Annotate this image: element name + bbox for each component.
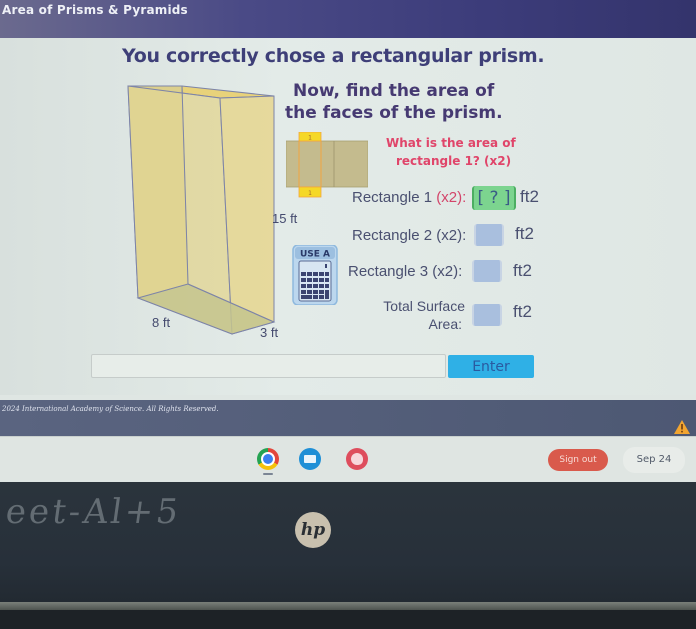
- total-surface-area-label-1: Total Surface: [383, 298, 465, 314]
- net-bottom-face-label: 1: [308, 190, 312, 197]
- net-body: [286, 140, 368, 188]
- footer: 2024 International Academy of Science. A…: [0, 400, 696, 436]
- use-a-calculator-icon[interactable]: USE A: [291, 245, 339, 305]
- warning-icon[interactable]: [674, 420, 690, 434]
- bezel-scribble: eet-Al+5: [3, 492, 184, 532]
- app-header: Area of Prisms & Pyramids: [0, 0, 696, 38]
- rectangle-3-multiplier: (x2):: [432, 263, 463, 280]
- rectangle-1-answer-box[interactable]: [ ? ]: [472, 186, 516, 210]
- rectangle-3-label: Rectangle 3: [348, 263, 429, 280]
- rectangle-1-row: Rectangle 1 (x2):: [352, 189, 466, 206]
- classroom-icon[interactable]: [299, 448, 321, 470]
- rectangle-2-label: Rectangle 2: [352, 227, 433, 244]
- prism-height-label: 15 ft: [272, 211, 298, 226]
- enter-button[interactable]: Enter: [448, 355, 534, 378]
- rectangle-3-unit: ft2: [513, 261, 532, 280]
- question-line-1: What is the area of: [386, 136, 516, 150]
- use-a-text: USE A: [300, 250, 330, 260]
- palette-icon[interactable]: [346, 448, 368, 470]
- prism-length-label: 8 ft: [152, 315, 171, 330]
- instructions: Now, find the area of the faces of the p…: [285, 80, 503, 124]
- app-title: Area of Prisms & Pyramids: [2, 3, 188, 17]
- rectangle-3-row: Rectangle 3 (x2):: [348, 263, 462, 280]
- lesson-content: You correctly chose a rectangular prism.…: [0, 38, 696, 395]
- total-surface-area-row: Total Surface Area:: [369, 297, 465, 333]
- rectangle-2-unit: ft2: [515, 224, 534, 243]
- rectangle-1-unit: ft2: [520, 187, 539, 206]
- copyright-text: 2024 International Academy of Science. A…: [2, 405, 219, 413]
- prism-width-label: 3 ft: [260, 325, 279, 340]
- feedback-headline: You correctly chose a rectangular prism.: [122, 45, 545, 67]
- instruction-line-2: the faces of the prism.: [285, 103, 503, 123]
- answer-input[interactable]: [91, 354, 446, 378]
- rectangular-prism-figure: [127, 85, 276, 335]
- instruction-line-1: Now, find the area of: [293, 81, 495, 101]
- laptop-hinge: [0, 602, 696, 610]
- laptop-base: [0, 610, 696, 629]
- rectangle-3-answer-box[interactable]: [472, 260, 502, 282]
- rectangle-1-multiplier: (x2):: [436, 189, 467, 206]
- os-shelf: Sign out Sep 24: [0, 436, 696, 480]
- active-app-indicator: [263, 473, 273, 475]
- total-surface-area-label-2: Area:: [428, 316, 462, 332]
- date-status[interactable]: Sep 24: [623, 447, 685, 473]
- question-line-2: rectangle 1? (x2): [396, 154, 512, 168]
- rectangle-2-answer-box[interactable]: [474, 224, 504, 246]
- rectangle-2-multiplier: (x2):: [436, 227, 467, 244]
- net-top-face-label: 1: [308, 135, 312, 142]
- total-surface-area-unit: ft2: [513, 302, 532, 321]
- question-prompt: What is the area of rectangle 1? (x2): [386, 134, 516, 170]
- sign-out-button[interactable]: Sign out: [548, 449, 608, 471]
- rectangle-1-label: Rectangle 1: [352, 189, 433, 206]
- total-surface-area-answer-box[interactable]: [472, 304, 502, 326]
- chrome-icon[interactable]: [257, 448, 279, 470]
- hp-logo: hp: [295, 512, 331, 548]
- screen: Area of Prisms & Pyramids You correctly …: [0, 0, 696, 482]
- laptop-bezel: eet-Al+5 hp: [0, 482, 696, 629]
- rectangle-2-row: Rectangle 2 (x2):: [352, 227, 466, 244]
